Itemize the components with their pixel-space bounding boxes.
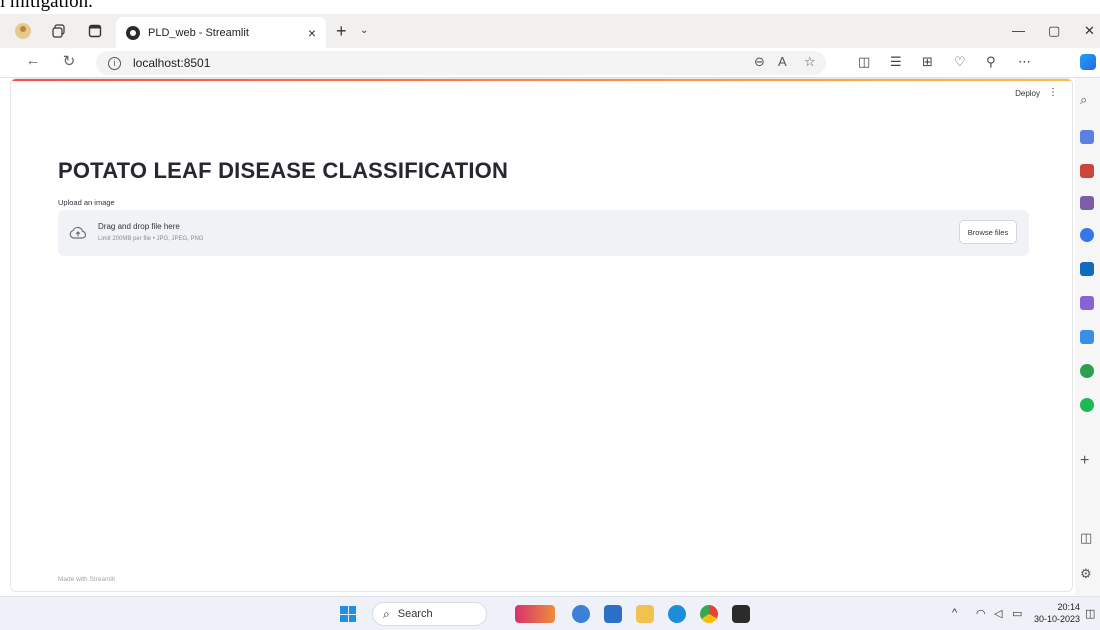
taskbar-chrome-icon[interactable] — [700, 605, 718, 623]
edge-sidebar: ⌕ + ◫ ⚙ — [1075, 78, 1100, 596]
taskbar-search-label: Search — [397, 608, 433, 620]
favorite-star-icon[interactable]: ☆ — [804, 54, 816, 70]
sidebar-tree-icon[interactable] — [1080, 364, 1094, 378]
sidebar-spotify-icon[interactable] — [1080, 398, 1094, 412]
taskbar-search[interactable]: ⌕ Search — [372, 602, 487, 626]
screenshot: l mitigation. PLD_web - Streamlit × + ⌄ … — [0, 0, 1100, 630]
taskbar-copilot-icon[interactable] — [572, 605, 590, 623]
maximize-button[interactable]: ▢ — [1048, 23, 1060, 39]
volume-icon[interactable]: ◁ — [994, 607, 1002, 620]
sidebar-tools-icon[interactable] — [1080, 164, 1094, 178]
minimize-button[interactable]: — — [1012, 23, 1025, 38]
sidebar-send-icon[interactable] — [1080, 330, 1094, 344]
sidebar-designer-icon[interactable] — [1080, 296, 1094, 310]
tab-close-icon[interactable]: × — [308, 25, 316, 41]
taskbar-file-explorer-icon[interactable] — [636, 605, 654, 623]
active-tab[interactable]: PLD_web - Streamlit × — [116, 17, 326, 48]
footer-made-with: Made with Streamlit — [58, 576, 115, 583]
address-bar[interactable]: i localhost:8501 — [96, 51, 826, 75]
browser-toolbar: ← ↻ i localhost:8501 ⊖ A ☆ ◫ ☰ ⊞ ♡ ⚲ ⋯ — [0, 48, 1100, 78]
taskbar-widget-icon[interactable] — [515, 605, 555, 623]
search-icon: ⌕ — [383, 606, 390, 621]
collections-icon[interactable]: ⊞ — [922, 54, 933, 70]
dropzone-limit: Limit 200MB per file • JPG, JPEG, PNG — [98, 236, 204, 242]
streamlit-app: Deploy ⋮ POTATO LEAF DISEASE CLASSIFICAT… — [10, 78, 1073, 592]
dropzone-instructions: Drag and drop file here — [98, 222, 180, 231]
sidebar-outlook-icon[interactable] — [1080, 262, 1094, 276]
sidebar-hide-icon[interactable]: ◫ — [1080, 530, 1092, 546]
taskbar-mail-icon[interactable] — [604, 605, 622, 623]
battery-icon[interactable]: ▭ — [1012, 607, 1022, 620]
sidebar-games-icon[interactable] — [1080, 196, 1094, 210]
browse-files-button[interactable]: Browse files — [959, 220, 1017, 244]
sidebar-add-icon[interactable]: + — [1080, 452, 1089, 470]
clock-time: 20:14 — [1057, 602, 1080, 612]
sidebar-search-icon[interactable]: ⌕ — [1080, 92, 1087, 108]
site-info-icon[interactable]: i — [108, 56, 121, 70]
sidebar-shopping-icon[interactable] — [1080, 130, 1094, 144]
workspaces-icon[interactable] — [48, 20, 70, 42]
deploy-button[interactable]: Deploy — [1015, 89, 1040, 98]
favorites-list-icon[interactable]: ☰ — [890, 54, 902, 70]
refresh-icon[interactable]: ↻ — [58, 52, 80, 70]
clock-date: 30-10-2023 — [1033, 614, 1080, 624]
notification-icon[interactable]: ◫ — [1085, 607, 1095, 620]
tab-actions-icon[interactable] — [84, 20, 106, 42]
browser-essentials-icon[interactable]: ♡ — [954, 54, 966, 70]
wifi-icon[interactable]: ◠ — [976, 607, 986, 620]
copilot-icon[interactable] — [1080, 54, 1096, 70]
upload-label: Upload an image — [58, 198, 115, 207]
split-screen-icon[interactable]: ◫ — [858, 54, 870, 70]
back-arrow-icon[interactable]: ← — [22, 52, 44, 69]
sidebar-copilot-icon[interactable] — [1080, 228, 1094, 242]
taskbar-terminal-icon[interactable] — [732, 605, 750, 623]
stray-caption-text: l mitigation. — [0, 0, 93, 12]
profile-avatar-icon[interactable] — [12, 20, 34, 42]
browser-tab-strip: PLD_web - Streamlit × + ⌄ — ▢ ✕ — [0, 14, 1100, 48]
header-decoration-bar — [11, 79, 1072, 81]
footer-prefix: Made with — [58, 576, 90, 583]
address-url: localhost:8501 — [133, 56, 211, 70]
tray-overflow-icon[interactable]: ^ — [952, 607, 957, 619]
windows-start-icon[interactable] — [340, 606, 356, 622]
tab-dropdown-icon[interactable]: ⌄ — [360, 25, 368, 36]
taskbar-clock[interactable]: 20:14 30-10-2023 — [1030, 601, 1080, 625]
page-title: POTATO LEAF DISEASE CLASSIFICATION — [58, 158, 509, 183]
zoom-icon[interactable]: ⊖ — [754, 54, 765, 70]
main-menu-icon[interactable]: ⋮ — [1048, 87, 1058, 98]
tab-title: PLD_web - Streamlit — [148, 26, 249, 39]
taskbar-edge-icon[interactable] — [668, 605, 686, 623]
close-window-button[interactable]: ✕ — [1084, 23, 1095, 39]
footer-streamlit-link[interactable]: Streamlit — [89, 576, 115, 583]
read-aloud-icon[interactable]: A — [778, 54, 787, 69]
more-options-icon[interactable]: ⋯ — [1018, 54, 1031, 70]
cloud-upload-icon — [69, 226, 87, 239]
streamlit-favicon-icon — [126, 25, 140, 40]
sidebar-settings-icon[interactable]: ⚙ — [1080, 566, 1092, 582]
windows-taskbar: ⌕ Search ^ ◠ ◁ ▭ 20:14 30-10-2023 ◫ — [0, 596, 1100, 630]
extensions-icon[interactable]: ⚲ — [986, 54, 996, 70]
new-tab-button[interactable]: + — [336, 21, 347, 42]
file-dropzone[interactable]: Drag and drop file here Limit 200MB per … — [58, 210, 1029, 256]
